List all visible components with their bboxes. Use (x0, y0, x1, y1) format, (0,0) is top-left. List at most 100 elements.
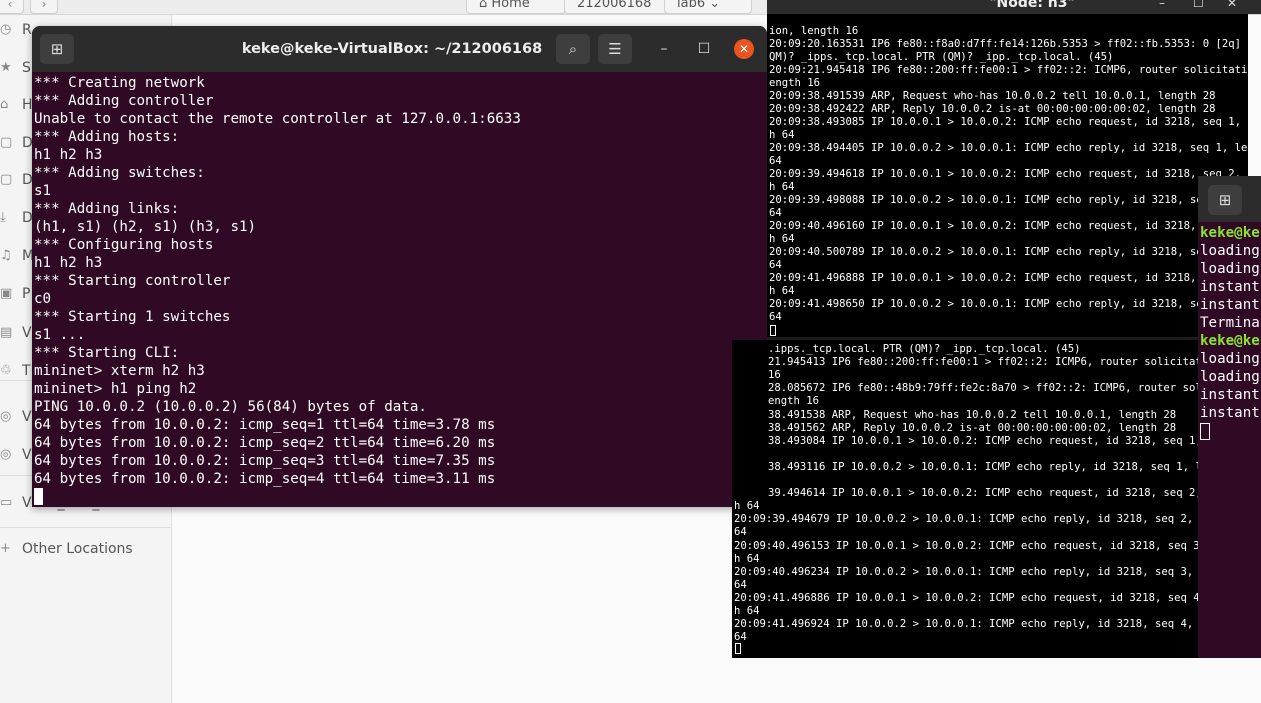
path-button-folder[interactable]: 212006168 (564, 0, 678, 14)
xterm-h3-title: "Node: h3" (989, 0, 1075, 11)
xterm-line: h 64 (734, 552, 760, 565)
terminal-line: *** Adding hosts: (34, 129, 180, 145)
xterm-h3-window[interactable]: ion, length 16 20:09:20.163531 IP6 fe80::… (767, 14, 1248, 337)
search-icon: ⌕ (568, 40, 578, 58)
path-button-current[interactable]: lab6 ⌄ (664, 0, 752, 14)
xterm-minimize-button[interactable]: – (1159, 0, 1165, 10)
terminal-line: *** Starting CLI: (34, 345, 180, 361)
xterm-cursor (770, 325, 776, 336)
terminal-line: *** Configuring hosts (34, 237, 214, 253)
chevron-right-icon: › (41, 0, 47, 11)
xterm-line: 64 (734, 526, 747, 539)
maximize-button[interactable]: ☐ (693, 38, 715, 60)
sidebar-item-label: V (22, 447, 32, 463)
second-terminal-window: ⊞ keke@ke loading loading instant instant Ter… (1198, 176, 1261, 658)
terminal-output[interactable]: *** Creating network *** Adding controlle… (32, 72, 756, 507)
music-icon: ♫ (0, 248, 12, 263)
xterm-line: 20:09:38.492422 ARP, Reply 10.0.0.2 is-a… (769, 103, 1216, 115)
terminal-line: *** Adding links: (34, 201, 180, 217)
xterm-h2-window[interactable]: .ipps._tcp.local. PTR (QM)? _ipp._tcp.lo… (732, 340, 1198, 658)
xterm-cursor (735, 643, 741, 654)
xterm-line: 64 (769, 155, 782, 167)
terminal-line: loading (1200, 351, 1260, 367)
terminal-line: instant (1200, 405, 1260, 421)
videos-icon: ▤ (0, 325, 13, 340)
home-icon: ⌂ (0, 97, 9, 112)
new-tab-icon: ⊞ (50, 40, 64, 58)
xterm-line: 64 (769, 311, 782, 323)
xterm-line: h 64 (769, 233, 795, 245)
terminal-line: s1 (34, 183, 52, 199)
xterm-line: 64 (734, 578, 747, 591)
xterm-line: 20:09:40.496153 IP 10.0.0.1 > 10.0.0.2: … (734, 539, 1198, 552)
plus-icon: + (0, 541, 11, 556)
terminal-line: 64 bytes from 10.0.0.2: icmp_seq=4 ttl=6… (34, 471, 496, 487)
terminal-line: 64 bytes from 10.0.0.2: icmp_seq=2 ttl=6… (34, 435, 496, 451)
xterm-line: 38.491538 ARP, Request who-has 10.0.0.2 … (768, 408, 1177, 421)
path-button-home[interactable]: ⌂ Home (466, 0, 566, 14)
terminal-line: *** Adding switches: (34, 165, 205, 181)
xterm-line: 20:09:40.496160 IP 10.0.0.1 > 10.0.0.2: … (769, 220, 1248, 232)
terminal-title: keke@keke-VirtualBox: ~/212006168 (241, 41, 543, 57)
terminal-line: loading (1200, 261, 1260, 277)
sidebar-item-label: H (22, 97, 33, 113)
xterm-line: 39.494614 IP 10.0.0.1 > 10.0.0.2: ICMP e… (768, 487, 1198, 500)
close-icon: ✕ (738, 42, 750, 56)
xterm-line: h 64 (769, 181, 795, 193)
new-tab-button[interactable]: ⊞ (40, 34, 74, 64)
xterm-maximize-button[interactable]: ☐ (1193, 0, 1204, 10)
sidebar-item[interactable]: + Other Locations (0, 534, 171, 564)
sidebar-separator (0, 527, 171, 528)
terminal-line: (h1, s1) (h2, s1) (h3, s1) (34, 219, 257, 235)
terminal-line: instant (1200, 387, 1260, 403)
drive-icon: ▭ (0, 495, 13, 510)
xterm-line: 20:09:41.496924 IP 10.0.0.2 > 10.0.0.1: … (734, 618, 1198, 631)
terminal-headerbar: ⊞ keke@keke-VirtualBox: ~/212006168 ⌕ ☰ … (32, 26, 767, 72)
xterm-line: 20:09:41.496886 IP 10.0.0.1 > 10.0.0.2: … (734, 591, 1198, 604)
maximize-icon: ☐ (697, 41, 711, 57)
minimize-icon: – (1159, 0, 1165, 10)
trash-icon: ♲ (0, 363, 12, 378)
chevron-down-icon: ⌄ (709, 0, 721, 11)
sidebar-item-label: T (22, 363, 31, 379)
sidebar-item-label: P (22, 286, 31, 302)
terminal-line: *** Adding controller (34, 93, 214, 109)
terminal-cursor (34, 488, 43, 505)
xterm-line: 20:09:39.498088 IP 10.0.0.2 > 10.0.0.1: … (769, 194, 1248, 206)
xterm-line: 20:09:40.500789 IP 10.0.0.2 > 10.0.0.1: … (769, 246, 1248, 258)
forward-button[interactable]: › (30, 0, 58, 14)
terminal-line: h1 h2 h3 (34, 147, 103, 163)
search-button[interactable]: ⌕ (556, 34, 590, 64)
xterm-line: 21.945413 IP6 fe80::200:ff:fe00:1 > ff02… (768, 356, 1198, 369)
clock-icon: ◷ (0, 22, 12, 37)
terminal-line: Unable to contact the remote controller … (34, 111, 521, 127)
hamburger-menu-icon: ☰ (608, 40, 622, 58)
xterm-line: ength 16 (769, 77, 821, 89)
sidebar-item-label: R (22, 22, 32, 38)
xterm-line: 16 (768, 369, 781, 382)
new-tab-button[interactable]: ⊞ (1208, 185, 1242, 215)
xterm-line: ength 16 (768, 395, 820, 408)
xterm-line: 20:09:41.496888 IP 10.0.0.1 > 10.0.0.2: … (769, 272, 1248, 284)
xterm-line: 20:09:21.945418 IP6 fe80::200:ff:fe00:1 … (769, 64, 1248, 76)
minimize-icon: – (660, 41, 668, 57)
xterm-line: h 64 (734, 605, 760, 617)
terminal-line: Termina (1200, 315, 1260, 331)
menu-button[interactable]: ☰ (598, 34, 632, 64)
xterm-line: 20:09:38.494405 IP 10.0.0.2 > 10.0.0.1: … (769, 142, 1248, 154)
back-button[interactable]: ‹ (0, 0, 24, 14)
terminal-window: ⊞ keke@keke-VirtualBox: ~/212006168 ⌕ ☰ … (32, 26, 767, 507)
xterm-line: 20:09:38.491539 ARP, Request who-has 10.… (769, 90, 1216, 102)
terminal-line: PING 10.0.0.2 (10.0.0.2) 56(84) bytes of… (34, 399, 427, 415)
close-button[interactable]: ✕ (734, 39, 754, 59)
terminal-line: h1 h2 h3 (34, 255, 103, 271)
xterm-line: h 64 (734, 500, 760, 513)
terminal-line: loading (1200, 369, 1260, 385)
new-tab-icon: ⊞ (1218, 191, 1232, 209)
xterm-line: 20:09:41.498650 IP 10.0.0.2 > 10.0.0.1: … (769, 298, 1248, 310)
minimize-button[interactable]: – (653, 38, 675, 60)
xterm-line: .ipps._tcp.local. PTR (QM)? _ipp._tcp.lo… (768, 343, 1081, 355)
terminal-line: instant (1200, 279, 1260, 295)
xterm-close-button[interactable]: ✕ (1227, 0, 1237, 10)
star-icon: ★ (0, 60, 12, 75)
